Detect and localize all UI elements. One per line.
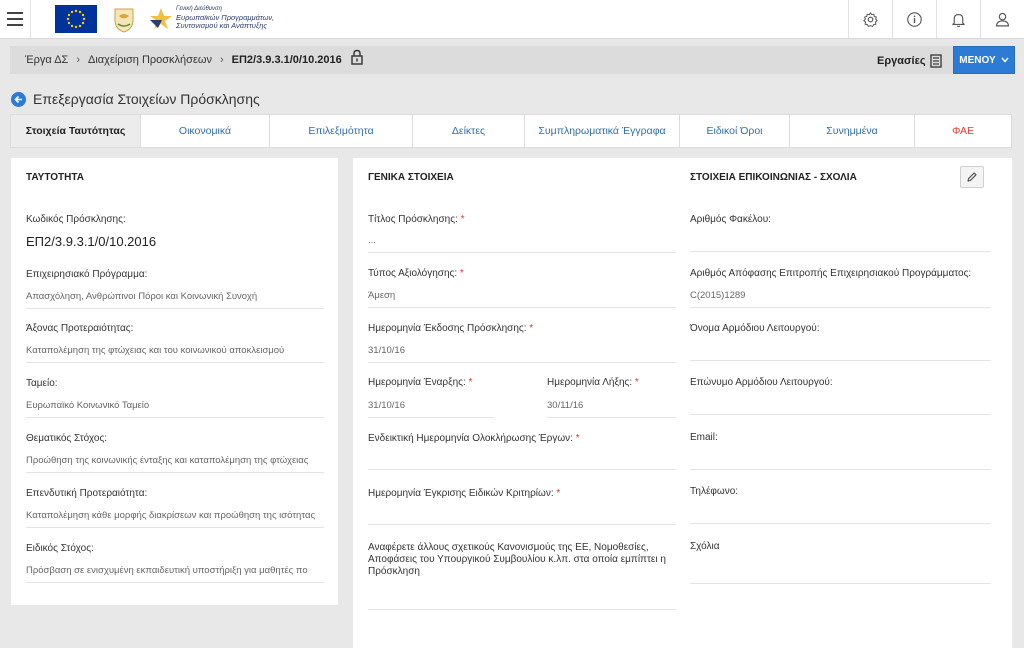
menu-icon[interactable] bbox=[7, 12, 23, 26]
breadcrumb-separator: › bbox=[219, 54, 224, 66]
back-arrow-icon[interactable] bbox=[11, 91, 26, 107]
evaluation-type-field[interactable]: Άμεση bbox=[368, 290, 676, 308]
user-icon bbox=[995, 12, 1010, 26]
criteria-approval-date-field[interactable] bbox=[368, 507, 676, 525]
fund-label: Ταμείο: bbox=[26, 378, 58, 389]
directorate-logo: Γενική Διεύθυνση Ευρωπαϊκών Προγραμμάτων… bbox=[148, 4, 278, 34]
email-label: Email: bbox=[690, 432, 718, 443]
investment-priority-value: Καταπολέμηση κάθε μορφής διακρίσεων και … bbox=[26, 510, 324, 528]
pencil-icon bbox=[967, 172, 977, 182]
document-list-icon bbox=[929, 54, 942, 68]
general-section-title: ΓΕΝΙΚΑ ΣΤΟΙΧΕΙΑ bbox=[368, 172, 454, 183]
end-date-label: Ημερομηνία Λήξης: * bbox=[547, 377, 639, 388]
edit-button[interactable] bbox=[960, 166, 984, 188]
contact-section-title: ΣΤΟΙΧΕΙΑ ΕΠΙΚΟΙΝΩΝΙΑΣ - ΣΧΟΛΙΑ bbox=[690, 172, 857, 183]
tab-bar: Στοιχεία Ταυτότητας Οικονομικά Επιλεξιμό… bbox=[10, 114, 1012, 148]
tab-attachments[interactable]: Συνημμένα bbox=[790, 115, 915, 147]
tab-indicators[interactable]: Δείκτες bbox=[413, 115, 525, 147]
divider bbox=[30, 0, 31, 38]
tasks-button[interactable]: Εργασίες bbox=[877, 54, 942, 68]
chevron-down-icon bbox=[1001, 57, 1009, 63]
breadcrumb-separator: › bbox=[76, 54, 81, 66]
folder-number-label: Αριθμός Φακέλου: bbox=[690, 214, 771, 225]
top-header: Γενική Διεύθυνση Ευρωπαϊκών Προγραμμάτων… bbox=[0, 0, 1024, 39]
officer-surname-label: Επώνυμο Αρμόδιου Λειτουργού: bbox=[690, 377, 833, 388]
identity-panel: ΤΑΥΤΟΤΗΤΑ Κωδικός Πρόσκλησης: ΕΠ2/3.9.3.… bbox=[11, 158, 338, 605]
investment-priority-label: Επενδυτική Προτεραιότητα: bbox=[26, 488, 148, 499]
breadcrumb: Έργα ΔΣ › Διαχείριση Προσκλήσεων › ΕΠ2/3… bbox=[25, 49, 364, 66]
regulations-field[interactable] bbox=[368, 592, 676, 610]
breadcrumb-item-projects[interactable]: Έργα ΔΣ bbox=[25, 54, 68, 66]
call-code-value: ΕΠ2/3.9.3.1/0/10.2016 bbox=[26, 234, 157, 249]
page-title-row: Επεξεργασία Στοιχείων Πρόσκλησης bbox=[11, 90, 260, 108]
email-field[interactable] bbox=[690, 452, 991, 470]
tab-fae[interactable]: ΦΑΕ bbox=[915, 115, 1011, 147]
page-title: Επεξεργασία Στοιχείων Πρόσκλησης bbox=[33, 91, 260, 107]
phone-label: Τηλέφωνο: bbox=[690, 486, 739, 497]
tab-special-terms[interactable]: Ειδικοί Όροι bbox=[680, 115, 790, 147]
gear-icon bbox=[863, 11, 878, 27]
call-title-label: Τίτλος Πρόσκλησης: * bbox=[368, 214, 465, 225]
info-icon bbox=[907, 11, 922, 27]
issue-date-field[interactable]: 31/10/16 bbox=[368, 345, 676, 363]
officer-name-field[interactable] bbox=[690, 343, 991, 361]
breadcrumb-current: ΕΠ2/3.9.3.1/0/10.2016 bbox=[231, 54, 342, 66]
completion-date-field[interactable] bbox=[368, 452, 676, 470]
user-button[interactable] bbox=[980, 0, 1024, 38]
cyprus-emblem-logo bbox=[112, 6, 136, 33]
specific-objective-value: Πρόσβαση σε ενισχυμένη εκπαιδευτική υποσ… bbox=[26, 565, 324, 583]
decision-number-field[interactable]: C(2015)1289 bbox=[690, 290, 991, 308]
info-button[interactable] bbox=[892, 0, 936, 38]
completion-date-label: Ενδεικτική Ημερομηνία Ολοκλήρωσης Έργων:… bbox=[368, 433, 580, 444]
regulations-label: Αναφέρετε άλλους σχετικούς Κανονισμούς τ… bbox=[368, 542, 666, 577]
operational-programme-value: Απασχόληση, Ανθρώπινοι Πόροι και Κοινωνι… bbox=[26, 291, 324, 309]
evaluation-type-label: Τύπος Αξιολόγησης: * bbox=[368, 268, 464, 279]
issue-date-label: Ημερομηνία Έκδοσης Πρόσκλησης: * bbox=[368, 323, 534, 334]
logo-text-line3: Συντονισμού και Ανάπτυξης bbox=[176, 21, 268, 30]
comments-field[interactable] bbox=[690, 566, 991, 584]
identity-section-title: ΤΑΥΤΟΤΗΤΑ bbox=[26, 172, 84, 183]
thematic-objective-label: Θεματικός Στόχος: bbox=[26, 433, 108, 444]
menu-dropdown-button[interactable]: ΜΕΝΟΥ bbox=[953, 46, 1015, 74]
specific-objective-label: Ειδικός Στόχος: bbox=[26, 543, 94, 554]
priority-axis-value: Καταπολέμηση της φτώχειας και του κοινων… bbox=[26, 345, 324, 363]
star-logo-icon bbox=[150, 8, 172, 29]
tab-financial[interactable]: Οικονομικά bbox=[141, 115, 270, 147]
tasks-label: Εργασίες bbox=[877, 55, 926, 67]
end-date-field[interactable]: 30/11/16 bbox=[547, 400, 676, 418]
decision-number-label: Αριθμός Απόφασης Επιτροπής Επιχειρησιακο… bbox=[690, 268, 972, 279]
start-date-field[interactable]: 31/10/16 bbox=[368, 400, 494, 418]
tab-supplementary-documents[interactable]: Συμπληρωματικά Έγγραφα bbox=[525, 115, 680, 147]
notifications-button[interactable] bbox=[936, 0, 980, 38]
lock-icon bbox=[351, 49, 363, 65]
details-panel: ΓΕΝΙΚΑ ΣΤΟΙΧΕΙΑ Τίτλος Πρόσκλησης: * ...… bbox=[353, 158, 1012, 648]
bell-icon bbox=[952, 13, 965, 27]
call-code-label: Κωδικός Πρόσκλησης: bbox=[26, 214, 126, 225]
thematic-objective-value: Προώθηση της κοινωνικής ένταξης και κατα… bbox=[26, 455, 324, 473]
folder-number-field[interactable] bbox=[690, 234, 991, 252]
menu-button-label: ΜΕΝΟΥ bbox=[959, 54, 996, 66]
tab-identity[interactable]: Στοιχεία Ταυτότητας bbox=[11, 115, 141, 147]
call-title-field[interactable]: ... bbox=[368, 235, 676, 253]
phone-field[interactable] bbox=[690, 506, 991, 524]
comments-label: Σχόλια bbox=[690, 541, 720, 552]
criteria-approval-date-label: Ημερομηνία Έγκρισης Ειδικών Κριτηρίων: * bbox=[368, 488, 561, 499]
settings-button[interactable] bbox=[848, 0, 892, 38]
fund-value: Ευρωπαϊκό Κοινωνικό Ταμείο bbox=[26, 400, 324, 418]
operational-programme-label: Επιχειρησιακό Πρόγραμμα: bbox=[26, 269, 148, 280]
officer-surname-field[interactable] bbox=[690, 397, 991, 415]
priority-axis-label: Άξονας Προτεραιότητας: bbox=[26, 323, 134, 334]
breadcrumb-bar: Έργα ΔΣ › Διαχείριση Προσκλήσεων › ΕΠ2/3… bbox=[10, 46, 1015, 74]
eu-flag-logo bbox=[55, 5, 97, 33]
breadcrumb-item-call-management[interactable]: Διαχείριση Προσκλήσεων bbox=[88, 54, 212, 66]
officer-name-label: Όνομα Αρμόδιου Λειτουργού: bbox=[690, 323, 820, 334]
tab-eligibility[interactable]: Επιλεξιμότητα bbox=[270, 115, 413, 147]
start-date-label: Ημερομηνία Έναρξης: * bbox=[368, 377, 473, 388]
